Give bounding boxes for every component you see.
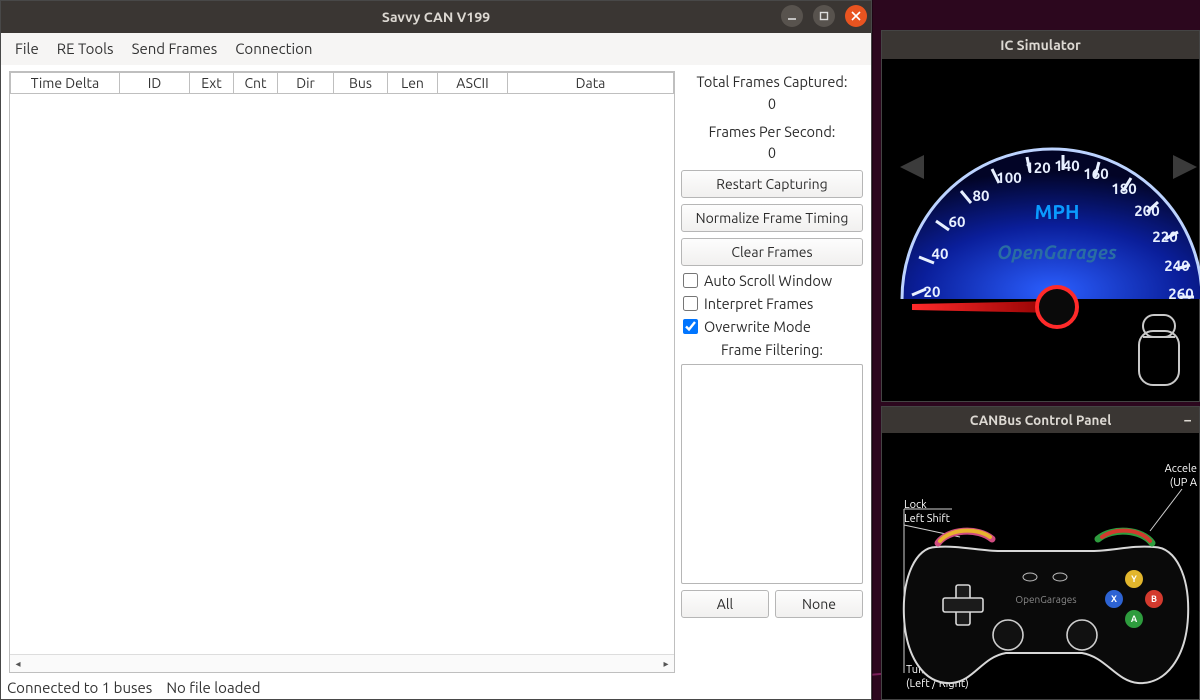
frame-table-pane: Time Delta ID Ext Cnt Dir Bus Len ASCII … — [9, 71, 675, 673]
ic-simulator-title-text: IC Simulator — [1000, 37, 1081, 53]
gamepad-brand: OpenGarages — [1015, 594, 1076, 605]
menu-file[interactable]: File — [9, 36, 45, 61]
canbus-title-text: CANBus Control Panel — [970, 412, 1112, 428]
stat-fps-value: 0 — [681, 142, 863, 164]
scroll-right-icon[interactable]: ▸ — [658, 656, 674, 672]
clear-frames-button[interactable]: Clear Frames — [681, 238, 863, 266]
col-len[interactable]: Len — [388, 72, 438, 94]
savvycan-titlebar[interactable]: Savvy CAN V199 — [1, 1, 871, 33]
savvycan-body: Time Delta ID Ext Cnt Dir Bus Len ASCII … — [1, 65, 871, 675]
col-cnt[interactable]: Cnt — [234, 72, 278, 94]
frame-filter-list[interactable] — [681, 364, 863, 584]
stat-total-frames: Total Frames Captured: 0 — [681, 71, 863, 115]
tick-60: 60 — [949, 213, 966, 230]
tick-260: 260 — [1168, 285, 1193, 302]
status-file: No file loaded — [166, 679, 260, 696]
speedometer-gauge: 20 40 60 80 100 120 140 160 180 200 220 … — [882, 79, 1200, 339]
stat-fps-label: Frames Per Second: — [681, 121, 863, 143]
frame-filtering-label: Frame Filtering: — [681, 341, 863, 358]
gamepad-illustration: Y B A X OpenGarages — [896, 507, 1196, 697]
ic-simulator-window: IC Simulator — [881, 30, 1200, 402]
savvycan-menubar: File RE Tools Send Frames Connection — [1, 33, 871, 65]
tick-20: 20 — [924, 283, 941, 300]
filter-button-row: All None — [681, 590, 863, 618]
auto-scroll-input[interactable] — [683, 273, 698, 288]
minimize-icon — [787, 11, 797, 21]
tick-140: 140 — [1054, 157, 1079, 174]
col-data[interactable]: Data — [508, 72, 674, 94]
ic-simulator-body: 20 40 60 80 100 120 140 160 180 200 220 … — [882, 59, 1199, 401]
stat-fps: Frames Per Second: 0 — [681, 121, 863, 165]
col-id[interactable]: ID — [120, 72, 190, 94]
ic-simulator-titlebar[interactable]: IC Simulator — [882, 31, 1199, 59]
tick-120: 120 — [1025, 159, 1050, 176]
close-button[interactable] — [845, 5, 867, 27]
savvycan-title-text: Savvy CAN V199 — [382, 9, 490, 25]
normalize-timing-button[interactable]: Normalize Frame Timing — [681, 204, 863, 232]
minimize-button[interactable] — [781, 5, 803, 27]
filter-all-button[interactable]: All — [681, 590, 769, 618]
tick-40: 40 — [932, 245, 949, 262]
scroll-left-icon[interactable]: ◂ — [10, 656, 26, 672]
canbus-control-window: CANBus Control Panel – Lock Left Shift A… — [881, 406, 1200, 700]
tick-240: 240 — [1164, 257, 1189, 274]
table-scrollbar-horizontal[interactable]: ◂ ▸ — [10, 654, 674, 672]
overwrite-mode-input[interactable] — [683, 319, 698, 334]
speed-unit: MPH — [1035, 200, 1080, 223]
overwrite-mode-checkbox[interactable]: Overwrite Mode — [681, 318, 863, 335]
col-time-delta[interactable]: Time Delta — [10, 72, 120, 94]
frame-table[interactable]: Time Delta ID Ext Cnt Dir Bus Len ASCII … — [9, 71, 675, 673]
col-ascii[interactable]: ASCII — [438, 72, 508, 94]
canbus-body: Lock Left Shift Accele (UP A Turn (Left … — [882, 433, 1199, 699]
interpret-frames-input[interactable] — [683, 296, 698, 311]
savvycan-window: Savvy CAN V199 File RE Tools Send Frames… — [0, 0, 872, 700]
canbus-minimize-icon[interactable]: – — [1184, 412, 1191, 428]
tick-80: 80 — [973, 187, 990, 204]
speedometer-hub — [1037, 287, 1077, 327]
speedometer-brand: OpenGarages — [997, 241, 1117, 263]
overwrite-mode-label: Overwrite Mode — [704, 318, 811, 335]
maximize-icon — [819, 11, 829, 21]
col-dir[interactable]: Dir — [278, 72, 334, 94]
tick-100: 100 — [996, 169, 1021, 186]
savvycan-statusbar: Connected to 1 buses No file loaded — [1, 675, 871, 699]
canbus-titlebar[interactable]: CANBus Control Panel – — [882, 407, 1199, 433]
interpret-frames-label: Interpret Frames — [704, 295, 813, 312]
interpret-frames-checkbox[interactable]: Interpret Frames — [681, 295, 863, 312]
status-connection: Connected to 1 buses — [7, 679, 152, 696]
face-a-label: A — [1131, 614, 1138, 624]
face-y-label: Y — [1131, 574, 1137, 584]
desktop-background: { "savvy": { "title": "Savvy CAN V199", … — [0, 0, 1200, 700]
tick-180: 180 — [1111, 180, 1136, 197]
frame-table-header: Time Delta ID Ext Cnt Dir Bus Len ASCII … — [10, 72, 674, 94]
menu-re-tools[interactable]: RE Tools — [51, 36, 120, 61]
stat-total-label: Total Frames Captured: — [681, 71, 863, 93]
maximize-button[interactable] — [813, 5, 835, 27]
col-bus[interactable]: Bus — [334, 72, 388, 94]
savvycan-side-panel: Total Frames Captured: 0 Frames Per Seco… — [681, 71, 863, 673]
window-controls — [781, 5, 867, 27]
menu-send-frames[interactable]: Send Frames — [126, 36, 224, 61]
col-ext[interactable]: Ext — [190, 72, 234, 94]
face-x-label: X — [1111, 594, 1117, 604]
tick-220: 220 — [1152, 228, 1177, 245]
restart-capturing-button[interactable]: Restart Capturing — [681, 170, 863, 198]
tick-200: 200 — [1134, 202, 1159, 219]
stat-total-value: 0 — [681, 93, 863, 115]
auto-scroll-label: Auto Scroll Window — [704, 272, 832, 289]
face-b-label: B — [1151, 594, 1157, 604]
menu-connection[interactable]: Connection — [229, 36, 318, 61]
car-lock-icon — [1133, 311, 1185, 391]
filter-none-button[interactable]: None — [775, 590, 863, 618]
tick-160: 160 — [1083, 165, 1108, 182]
auto-scroll-checkbox[interactable]: Auto Scroll Window — [681, 272, 863, 289]
close-icon — [851, 11, 861, 21]
